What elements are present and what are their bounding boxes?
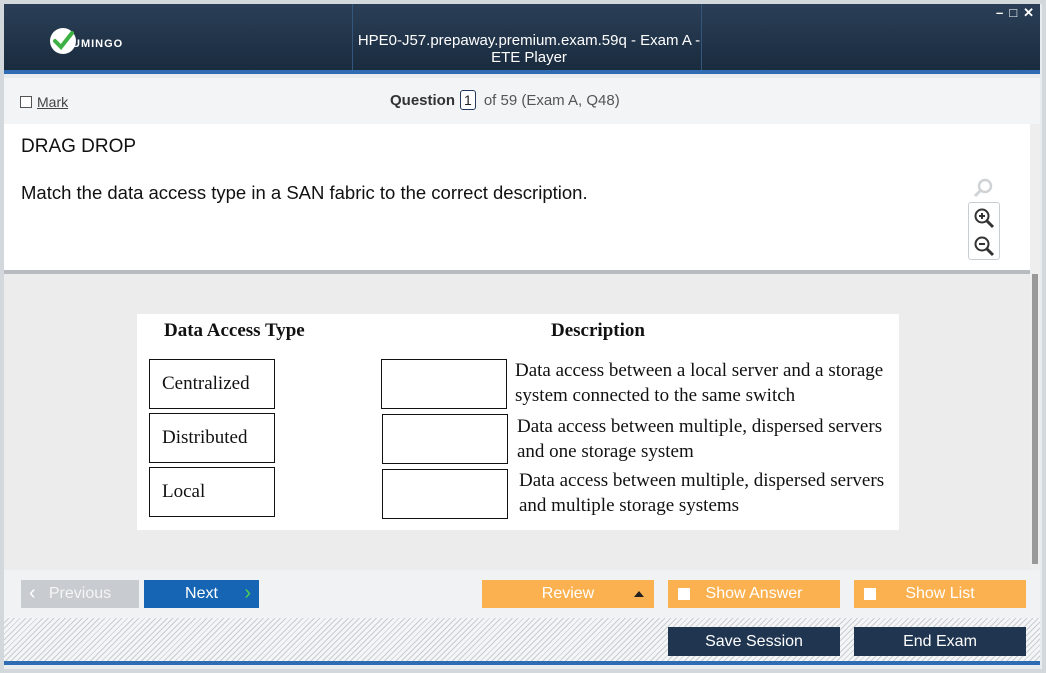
draggable-type-distributed[interactable]: Distributed: [149, 413, 275, 463]
question-number-input[interactable]: 1: [460, 90, 476, 110]
review-label: Review: [541, 585, 595, 602]
magnifier-icon: [968, 174, 998, 202]
vertical-scrollbar[interactable]: [1030, 124, 1040, 570]
previous-button[interactable]: ‹ Previous: [21, 580, 139, 608]
scrollbar-thumb[interactable]: [1032, 274, 1038, 564]
show-list-label: Show List: [905, 585, 975, 602]
description-line: and one storage system: [517, 441, 694, 462]
zoom-controls: [968, 174, 1002, 262]
question-label: Question: [390, 91, 456, 109]
show-list-button[interactable]: Show List: [854, 580, 1026, 608]
checkbox-icon[interactable]: [864, 588, 876, 600]
title-separator: [352, 4, 353, 70]
drop-target-3[interactable]: [382, 469, 508, 519]
zoom-out-icon[interactable]: [969, 232, 999, 260]
mark-checkbox[interactable]: Mark: [20, 94, 68, 110]
zoom-in-icon[interactable]: [969, 204, 999, 232]
checkbox-icon[interactable]: [678, 588, 690, 600]
logo-text: UMINGO: [72, 38, 124, 50]
draggable-type-centralized[interactable]: Centralized: [149, 359, 275, 409]
question-counter: Question 1 of 59 (Exam A, Q48): [390, 90, 620, 110]
description-3: Data access between multiple, dispersed …: [519, 468, 899, 518]
vumingo-logo: UMINGO: [50, 26, 123, 56]
close-icon[interactable]: ✕: [1023, 6, 1034, 20]
description-line: system connected to the same switch: [515, 385, 796, 406]
end-exam-button[interactable]: End Exam: [854, 627, 1026, 656]
triangle-up-icon[interactable]: [634, 591, 644, 597]
checkbox-icon[interactable]: [20, 96, 32, 108]
next-button[interactable]: Next ›: [144, 580, 259, 608]
next-label: Next: [185, 585, 218, 602]
save-session-button[interactable]: Save Session: [668, 627, 840, 656]
show-answer-button[interactable]: Show Answer: [668, 580, 840, 608]
window-controls: – □ ✕: [996, 6, 1034, 20]
chevron-right-icon: ›: [244, 582, 251, 604]
header-description: Description: [551, 320, 645, 341]
chevron-left-icon: ‹: [29, 582, 36, 604]
description-1: Data access between a local server and a…: [515, 358, 895, 408]
previous-label: Previous: [48, 585, 112, 602]
description-line: and multiple storage systems: [519, 495, 740, 516]
footer-bar: Save Session End Exam: [4, 618, 1040, 665]
description-line: Data access between multiple, dispersed …: [517, 416, 883, 437]
mark-label: Mark: [37, 94, 69, 110]
header-data-access-type: Data Access Type: [164, 320, 305, 341]
show-answer-label: Show Answer: [705, 585, 803, 602]
question-total: of 59 (Exam A, Q48): [483, 91, 620, 109]
description-2: Data access between multiple, dispersed …: [517, 414, 897, 464]
drag-drop-exhibit: Data Access Type Description Centralized…: [137, 314, 899, 530]
drop-target-2[interactable]: [382, 414, 508, 464]
drop-target-1[interactable]: [381, 359, 507, 409]
exhibit-area: Data Access Type Description Centralized…: [4, 274, 1030, 570]
navigation-bar: ‹ Previous Next › Review Show Answer Sho…: [4, 570, 1040, 618]
question-bar: Mark Question 1 of 59 (Exam A, Q48): [4, 78, 1040, 124]
title-separator: [701, 4, 702, 70]
question-type: DRAG DROP: [21, 136, 137, 157]
title-bar: UMINGO HPE0-J57.prepaway.premium.exam.59…: [4, 4, 1040, 74]
review-button[interactable]: Review: [482, 580, 654, 608]
draggable-type-local[interactable]: Local: [149, 467, 275, 517]
question-text: Match the data access type in a SAN fabr…: [21, 182, 588, 203]
window-title: HPE0-J57.prepaway.premium.exam.59q - Exa…: [357, 32, 701, 66]
description-line: Data access between multiple, dispersed …: [519, 470, 885, 491]
question-panel: DRAG DROP Match the data access type in …: [4, 124, 1030, 270]
minimize-icon[interactable]: –: [996, 6, 1003, 20]
description-line: Data access between a local server and a…: [515, 360, 884, 381]
maximize-icon[interactable]: □: [1009, 6, 1017, 20]
